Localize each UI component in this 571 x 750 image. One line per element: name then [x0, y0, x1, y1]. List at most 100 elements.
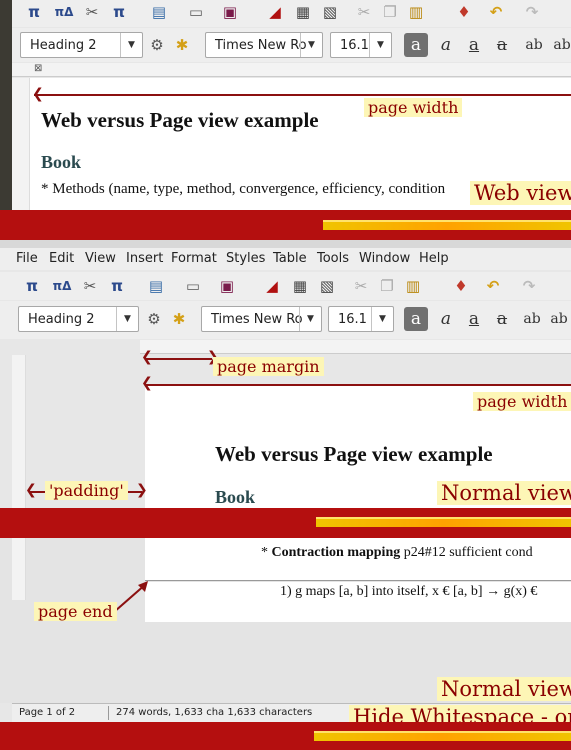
chevron-down-icon[interactable]: ▼	[300, 33, 322, 57]
page-end-label: page end	[34, 602, 117, 621]
save-icon[interactable]: ▣	[218, 0, 242, 24]
formatting-toolbar-2: Heading 2 ▼ ⚙ ✱ Times New Ro ▼ 16.1 ▼ a …	[0, 301, 571, 339]
horizontal-ruler[interactable]	[140, 340, 571, 354]
page-width-arrow	[146, 384, 571, 386]
chevron-down-icon[interactable]: ▼	[120, 33, 142, 57]
paste-icon[interactable]: ▥	[404, 0, 428, 24]
print-icon[interactable]: ▦	[291, 0, 315, 24]
menu-table[interactable]: Table	[273, 251, 307, 266]
cut-icon[interactable]: ✂	[352, 0, 376, 24]
vertical-ruler	[12, 355, 26, 508]
paste-icon[interactable]: ▥	[401, 274, 425, 298]
chevron-down-icon[interactable]: ▼	[116, 307, 138, 331]
chevron-down-icon[interactable]: ▼	[371, 307, 393, 331]
math-formula-icon[interactable]: π	[105, 274, 129, 298]
font-size-combo[interactable]: 16.1 ▼	[328, 306, 394, 332]
font-name-combo[interactable]: Times New Ro ▼	[201, 306, 322, 332]
page-margin-label: page margin	[213, 357, 324, 376]
maps-into-itself-line: 1) g maps [a, b] into itself, x € [a, b]…	[280, 584, 538, 599]
undo-icon[interactable]: ↶	[481, 274, 505, 298]
print-icon[interactable]: ▦	[288, 274, 312, 298]
document-heading: Web versus Page view example	[215, 442, 493, 466]
menu-help[interactable]: Help	[419, 251, 449, 266]
new-document-icon[interactable]: ▤	[147, 0, 171, 24]
update-style-icon[interactable]: ⚙	[142, 307, 166, 331]
paragraph-style-combo[interactable]: Heading 2 ▼	[20, 32, 143, 58]
page-count[interactable]: Page 1 of 2	[19, 707, 75, 718]
arrowhead-left-icon: ❮	[141, 349, 153, 365]
arrowhead-left-icon: ❮	[141, 375, 153, 391]
document-heading: Web versus Page view example	[41, 108, 319, 132]
math-sigma-icon[interactable]: πΔ	[52, 0, 76, 24]
math-sigma-icon[interactable]: πΔ	[50, 274, 74, 298]
math-pi-icon[interactable]: π	[20, 274, 44, 298]
save-icon[interactable]: ▣	[215, 274, 239, 298]
paragraph-style-value: Heading 2	[28, 311, 95, 327]
menu-view[interactable]: View	[85, 251, 116, 266]
page-width-label: page width	[364, 98, 463, 117]
copy-icon[interactable]: ❐	[375, 274, 399, 298]
subscript-button[interactable]: ab	[550, 33, 571, 57]
chevron-down-icon[interactable]: ▼	[369, 33, 391, 57]
tools-icon[interactable]: ✂	[80, 0, 104, 24]
clone-formatting-icon[interactable]: ♦	[449, 274, 473, 298]
chevron-down-icon[interactable]: ▼	[299, 307, 321, 331]
subscript-button[interactable]: ab	[547, 307, 571, 331]
menu-bar: File Edit View Insert Format Styles Tabl…	[0, 248, 571, 270]
bold-button[interactable]: a	[404, 307, 428, 331]
vertical-ruler	[12, 78, 30, 210]
update-style-icon[interactable]: ⚙	[145, 33, 169, 57]
superscript-button[interactable]: ab	[522, 33, 546, 57]
italic-button[interactable]: a	[434, 307, 458, 331]
paragraph-style-value: Heading 2	[30, 37, 97, 53]
new-document-icon[interactable]: ▤	[144, 274, 168, 298]
open-folder-icon[interactable]: ▭	[184, 0, 208, 24]
divider-band-3	[0, 722, 571, 750]
document-body-text: * Methods (name, type, method, convergen…	[41, 181, 446, 197]
font-name-combo[interactable]: Times New Ro ▼	[205, 32, 323, 58]
menu-tools[interactable]: Tools	[317, 251, 349, 266]
web-view-caption: Web view	[470, 181, 571, 205]
contraction-mapping-line: * Contraction mapping p24#12 sufficient …	[261, 545, 533, 561]
menu-window[interactable]: Window	[359, 251, 410, 266]
new-style-icon[interactable]: ✱	[170, 33, 194, 57]
underline-button[interactable]: a	[462, 33, 486, 57]
standard-toolbar-1: π πΔ ✂ π ▤ ▭ ▣ ◢ ▦ ▧ ✂ ❐ ▥ ♦ ↶ ↷	[12, 0, 571, 27]
new-style-icon[interactable]: ✱	[167, 307, 191, 331]
undo-icon[interactable]: ↶	[484, 0, 508, 24]
horizontal-ruler[interactable]: ⊠	[12, 63, 571, 77]
menu-styles[interactable]: Styles	[226, 251, 265, 266]
bold-button[interactable]: a	[404, 33, 428, 57]
strikethrough-button[interactable]: a	[490, 33, 514, 57]
print-preview-icon[interactable]: ▧	[315, 274, 339, 298]
redo-icon[interactable]: ↷	[520, 0, 544, 24]
open-folder-icon[interactable]: ▭	[181, 274, 205, 298]
export-pdf-icon[interactable]: ◢	[260, 274, 284, 298]
menu-format[interactable]: Format	[171, 251, 217, 266]
math-formula-icon[interactable]: π	[107, 0, 131, 24]
cut-icon[interactable]: ✂	[349, 274, 373, 298]
tab-stop-icon[interactable]: ⊠	[34, 63, 42, 74]
word-count[interactable]: 274 words, 1,633 cha 1,633 characters	[116, 707, 312, 718]
paragraph-style-combo[interactable]: Heading 2 ▼	[18, 306, 139, 332]
redo-icon[interactable]: ↷	[517, 274, 541, 298]
menu-file[interactable]: File	[16, 251, 38, 266]
copy-icon[interactable]: ❐	[378, 0, 402, 24]
font-size-combo[interactable]: 16.1 ▼	[330, 32, 392, 58]
menu-insert[interactable]: Insert	[126, 251, 163, 266]
superscript-button[interactable]: ab	[520, 307, 544, 331]
math-pi-icon[interactable]: π	[22, 0, 46, 24]
page-width-label: page width	[473, 392, 571, 411]
arrowhead-left-icon: ❮	[32, 86, 44, 102]
menu-edit[interactable]: Edit	[49, 251, 74, 266]
underline-button[interactable]: a	[462, 307, 486, 331]
normal-view-caption-2: Normal view	[437, 677, 571, 701]
export-pdf-icon[interactable]: ◢	[263, 0, 287, 24]
strikethrough-button[interactable]: a	[490, 307, 514, 331]
clone-formatting-icon[interactable]: ♦	[452, 0, 476, 24]
tools-icon[interactable]: ✂	[78, 274, 102, 298]
italic-button[interactable]: a	[434, 33, 458, 57]
font-name-value: Times New Ro	[211, 311, 303, 327]
document-subheading: Book	[41, 152, 82, 172]
print-preview-icon[interactable]: ▧	[318, 0, 342, 24]
